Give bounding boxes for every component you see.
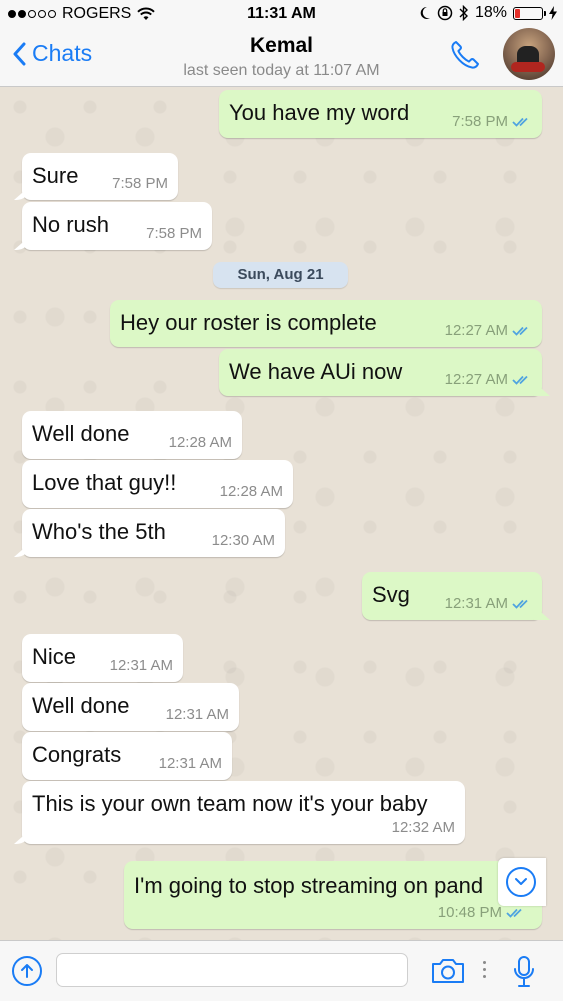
message-time: 12:31 AM: [109, 657, 173, 674]
message-text: I'm going to stop streaming on pand: [134, 873, 484, 898]
date-divider: Sun, Aug 21: [213, 262, 348, 288]
message-time: 12:30 AM: [211, 532, 275, 549]
message-text: Who's the 5th: [32, 519, 166, 544]
bluetooth-icon: [459, 5, 468, 21]
message-text: This is your own team now it's your baby: [32, 791, 428, 816]
message-time: 10:48 PM: [437, 904, 502, 921]
message-time: 12:27 AM: [444, 371, 508, 388]
message-time: 12:27 AM: [444, 322, 508, 339]
message-time: 12:32 AM: [391, 819, 455, 836]
message-time: 12:31 AM: [444, 595, 508, 612]
message-bubble-incoming[interactable]: Who's the 5th 12:30 AM: [22, 509, 285, 557]
message-bubble-outgoing[interactable]: Svg 12:31 AM: [362, 572, 542, 620]
message-bubble-incoming[interactable]: Well done 12:28 AM: [22, 411, 242, 459]
message-time: 7:58 PM: [452, 113, 508, 130]
message-time: 12:28 AM: [219, 483, 283, 500]
double-check-icon: [506, 908, 522, 918]
double-check-icon: [512, 117, 528, 127]
battery-percent: 18%: [474, 4, 507, 21]
charging-bolt-icon: [549, 6, 557, 20]
camera-icon[interactable]: [430, 957, 466, 985]
message-time: 12:31 AM: [158, 755, 222, 772]
message-input[interactable]: [56, 953, 408, 987]
message-bubble-incoming[interactable]: Congrats 12:31 AM: [22, 732, 232, 780]
message-bubble-outgoing[interactable]: We have AUi now 12:27 AM: [219, 349, 542, 396]
battery-icon: [513, 6, 546, 20]
message-bubble-incoming[interactable]: This is your own team now it's your baby…: [22, 781, 465, 844]
separator-dots: [483, 961, 486, 978]
message-time: 7:58 PM: [112, 175, 168, 192]
message-text: Hey our roster is complete: [120, 310, 377, 335]
message-text: You have my word: [229, 100, 410, 125]
contact-avatar[interactable]: [503, 28, 555, 80]
message-text: Love that guy!!: [32, 470, 177, 495]
message-text: We have AUi now: [229, 359, 403, 384]
chat-header: Chats Kemal last seen today at 11:07 AM: [0, 28, 563, 87]
message-text: Well done: [32, 421, 130, 446]
status-right: 18%: [419, 4, 557, 22]
message-bubble-outgoing[interactable]: You have my word 7:58 PM: [219, 90, 542, 138]
message-time: 12:28 AM: [168, 434, 232, 451]
message-bubble-incoming[interactable]: Love that guy!! 12:28 AM: [22, 460, 293, 508]
message-time: 7:58 PM: [146, 225, 202, 242]
phone-icon[interactable]: [448, 38, 482, 72]
message-time: 12:31 AM: [165, 706, 229, 723]
message-bubble-incoming[interactable]: No rush 7:58 PM: [22, 202, 212, 250]
upload-icon: [21, 964, 33, 978]
microphone-icon[interactable]: [513, 955, 535, 989]
moon-icon: [420, 6, 430, 19]
message-bubble-incoming[interactable]: Sure 7:58 PM: [22, 153, 178, 200]
rotation-lock-icon: [437, 5, 453, 21]
scroll-to-bottom-button[interactable]: [506, 867, 536, 897]
message-bubble-outgoing[interactable]: I'm going to stop streaming on pand 10:4…: [124, 861, 542, 929]
attach-button[interactable]: [12, 956, 42, 986]
message-bubble-incoming[interactable]: Nice 12:31 AM: [22, 634, 183, 682]
message-bubble-incoming[interactable]: Well done 12:31 AM: [22, 683, 239, 731]
double-check-icon: [512, 599, 528, 609]
message-text: Svg: [372, 582, 410, 607]
double-check-icon: [512, 326, 528, 336]
message-text: Congrats: [32, 742, 122, 767]
message-text: Well done: [32, 693, 130, 718]
message-text: Sure: [32, 163, 79, 188]
message-text: No rush: [32, 212, 110, 237]
double-check-icon: [512, 375, 528, 385]
message-composer: [0, 940, 563, 1001]
message-list[interactable]: You have my word 7:58 PM Sure 7:58 PM No…: [0, 87, 563, 940]
message-bubble-outgoing[interactable]: Hey our roster is complete 12:27 AM: [110, 300, 542, 347]
message-text: Nice: [32, 644, 77, 669]
chevron-down-icon: [515, 878, 527, 885]
status-bar: ROGERS 11:31 AM 18%: [0, 0, 563, 28]
